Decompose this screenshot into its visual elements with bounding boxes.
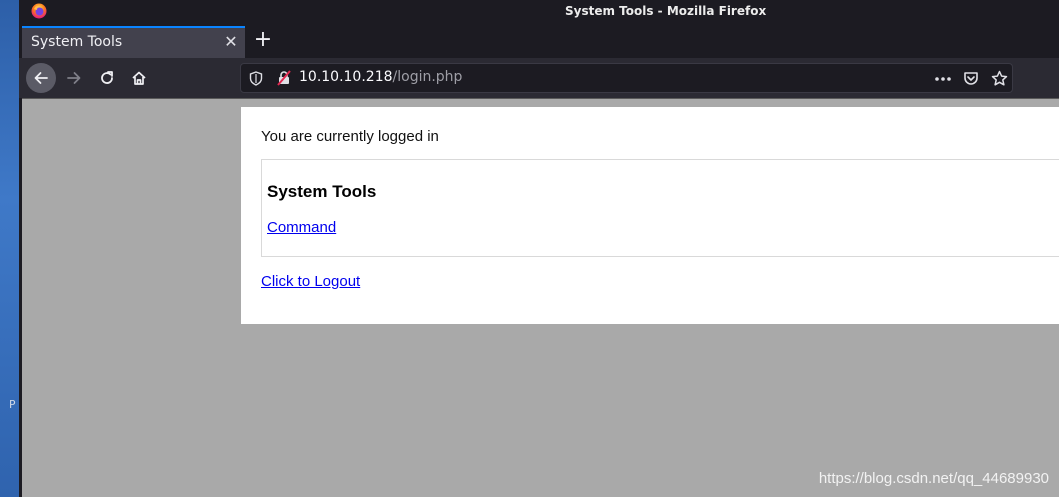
url-text[interactable]: 10.10.10.218/login.php: [299, 69, 462, 85]
home-icon: [132, 71, 146, 85]
insecure-lock-icon[interactable]: [276, 70, 292, 90]
tab-system-tools[interactable]: System Tools ✕: [22, 26, 245, 58]
system-tools-panel: System Tools Command: [261, 159, 1059, 257]
url-path: /login.php: [392, 69, 463, 85]
reload-button[interactable]: [92, 63, 122, 93]
forward-button[interactable]: [59, 63, 89, 93]
system-tools-heading: System Tools: [267, 182, 377, 201]
back-arrow-icon: [34, 72, 48, 84]
shield-icon[interactable]: [249, 71, 263, 90]
pocket-icon[interactable]: [963, 70, 979, 90]
tab-strip: System Tools ✕ +: [19, 24, 1059, 58]
address-bar[interactable]: 10.10.10.218/login.php: [240, 63, 1013, 93]
url-host: 10.10.10.218: [299, 69, 393, 85]
browser-window: System Tools - Mozilla Firefox System To…: [19, 0, 1059, 497]
more-actions-icon[interactable]: [934, 71, 952, 90]
desktop-edge: P: [0, 0, 19, 497]
close-icon[interactable]: ✕: [223, 33, 239, 51]
navigation-toolbar: 10.10.10.218/login.php: [19, 58, 1059, 98]
page-content: You are currently logged in System Tools…: [241, 107, 1059, 324]
logout-link[interactable]: Click to Logout: [261, 273, 360, 290]
back-button[interactable]: [26, 63, 56, 93]
bookmark-star-icon[interactable]: [991, 70, 1008, 91]
window-title: System Tools - Mozilla Firefox: [565, 4, 767, 18]
watermark-text: https://blog.csdn.net/qq_44689930: [818, 470, 1049, 487]
reload-icon: [101, 71, 113, 84]
forward-arrow-icon: [67, 72, 81, 84]
title-bar: System Tools - Mozilla Firefox: [19, 0, 1059, 24]
command-link[interactable]: Command: [267, 219, 336, 236]
page-viewport: You are currently logged in System Tools…: [22, 98, 1059, 497]
home-button[interactable]: [124, 63, 154, 93]
desktop-edge-mark: P: [9, 398, 16, 411]
login-status-text: You are currently logged in: [261, 128, 439, 145]
plus-icon[interactable]: +: [252, 29, 274, 51]
tab-label: System Tools: [31, 34, 123, 50]
